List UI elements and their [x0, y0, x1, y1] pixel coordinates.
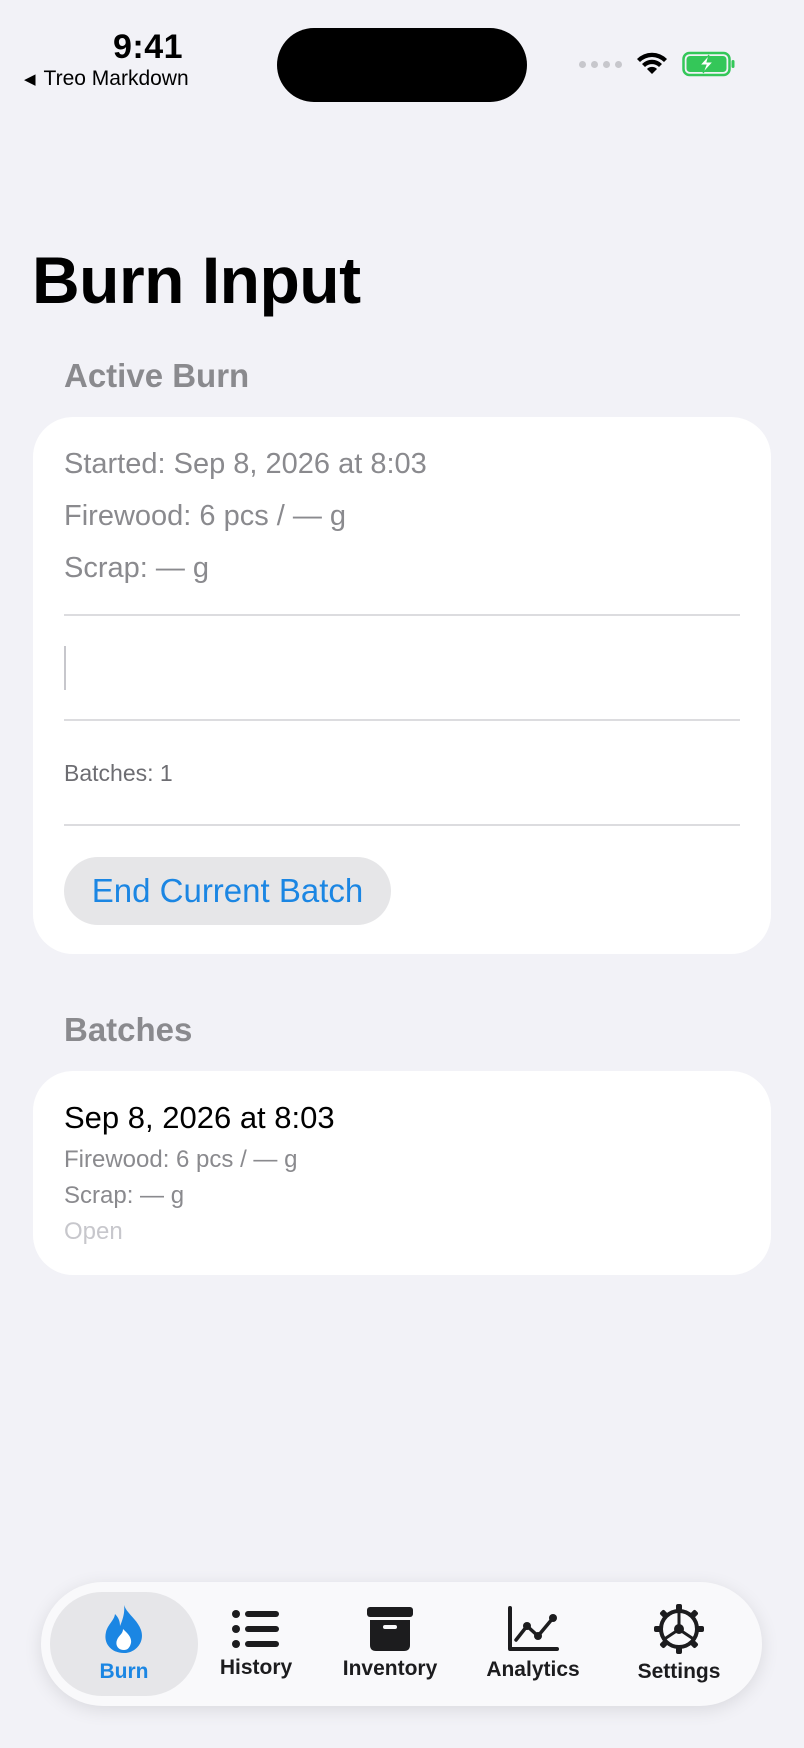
tab-settings-label: Settings [637, 1660, 721, 1683]
tab-analytics[interactable]: Analytics [484, 1582, 582, 1706]
scrap-text: Scrap: — g [64, 552, 210, 584]
batch-date: Sep 8, 2026 at 8:03 [64, 1100, 335, 1135]
signal-dots-icon [579, 60, 622, 68]
page-title: Burn Input [32, 243, 361, 317]
dynamic-island [277, 28, 527, 102]
battery-charging-icon [682, 51, 735, 77]
active-burn-header: Active Burn [64, 357, 250, 394]
batches-count-text: Batches: 1 [64, 760, 173, 786]
batch-scrap: Scrap: — g [64, 1182, 185, 1209]
back-app-label: Treo Markdown [43, 67, 189, 90]
list-icon [232, 1610, 279, 1648]
archive-box-icon [367, 1607, 413, 1651]
tab-history-label: History [219, 1656, 293, 1679]
started-text: Started: Sep 8, 2026 at 8:03 [64, 448, 427, 480]
screen: 9:41 ◀ Treo Markdown Burn Input Active B… [0, 0, 804, 1748]
firewood-text: Firewood: 6 pcs / — g [64, 500, 347, 532]
batches-header: Batches [64, 1011, 193, 1048]
end-current-batch-button[interactable]: End Current Batch [64, 857, 391, 925]
tab-bar: Burn History Inventory Analytics Setting… [41, 1582, 762, 1706]
tab-settings[interactable]: Settings [631, 1582, 727, 1706]
tab-burn[interactable]: Burn [50, 1592, 198, 1696]
status-icons [579, 50, 736, 78]
note-input[interactable] [64, 644, 740, 694]
flame-icon [105, 1605, 142, 1653]
tab-burn-label: Burn [99, 1660, 149, 1683]
back-triangle-icon: ◀ [24, 71, 36, 88]
status-time: 9:41 [113, 28, 184, 66]
line-chart-icon [508, 1606, 559, 1651]
tab-analytics-label: Analytics [486, 1658, 580, 1681]
divider [64, 824, 740, 826]
text-caret [64, 646, 66, 690]
divider [64, 614, 740, 616]
tab-history[interactable]: History [201, 1582, 311, 1706]
tab-inventory-label: Inventory [342, 1657, 438, 1680]
batch-firewood: Firewood: 6 pcs / — g [64, 1146, 298, 1173]
back-to-app-button[interactable]: ◀ Treo Markdown [24, 67, 189, 91]
batch-status: Open [64, 1218, 123, 1245]
wifi-icon [637, 52, 667, 74]
gear-icon [654, 1604, 704, 1654]
tab-inventory[interactable]: Inventory [339, 1582, 441, 1706]
divider [64, 719, 740, 721]
